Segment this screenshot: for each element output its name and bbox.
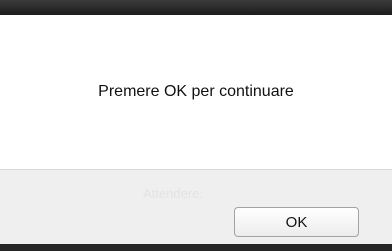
dialog-message: Premere OK per continuare <box>98 83 294 100</box>
dialog-footer: Attendere. OK <box>0 169 392 244</box>
alert-dialog: Premere OK per continuare Attendere. OK <box>0 15 392 244</box>
background-hint-text: Attendere. <box>143 186 203 201</box>
ok-button[interactable]: OK <box>234 207 359 237</box>
window-top-border <box>0 0 392 15</box>
dialog-body: Premere OK per continuare <box>0 15 392 169</box>
window-bottom-border <box>0 244 392 251</box>
